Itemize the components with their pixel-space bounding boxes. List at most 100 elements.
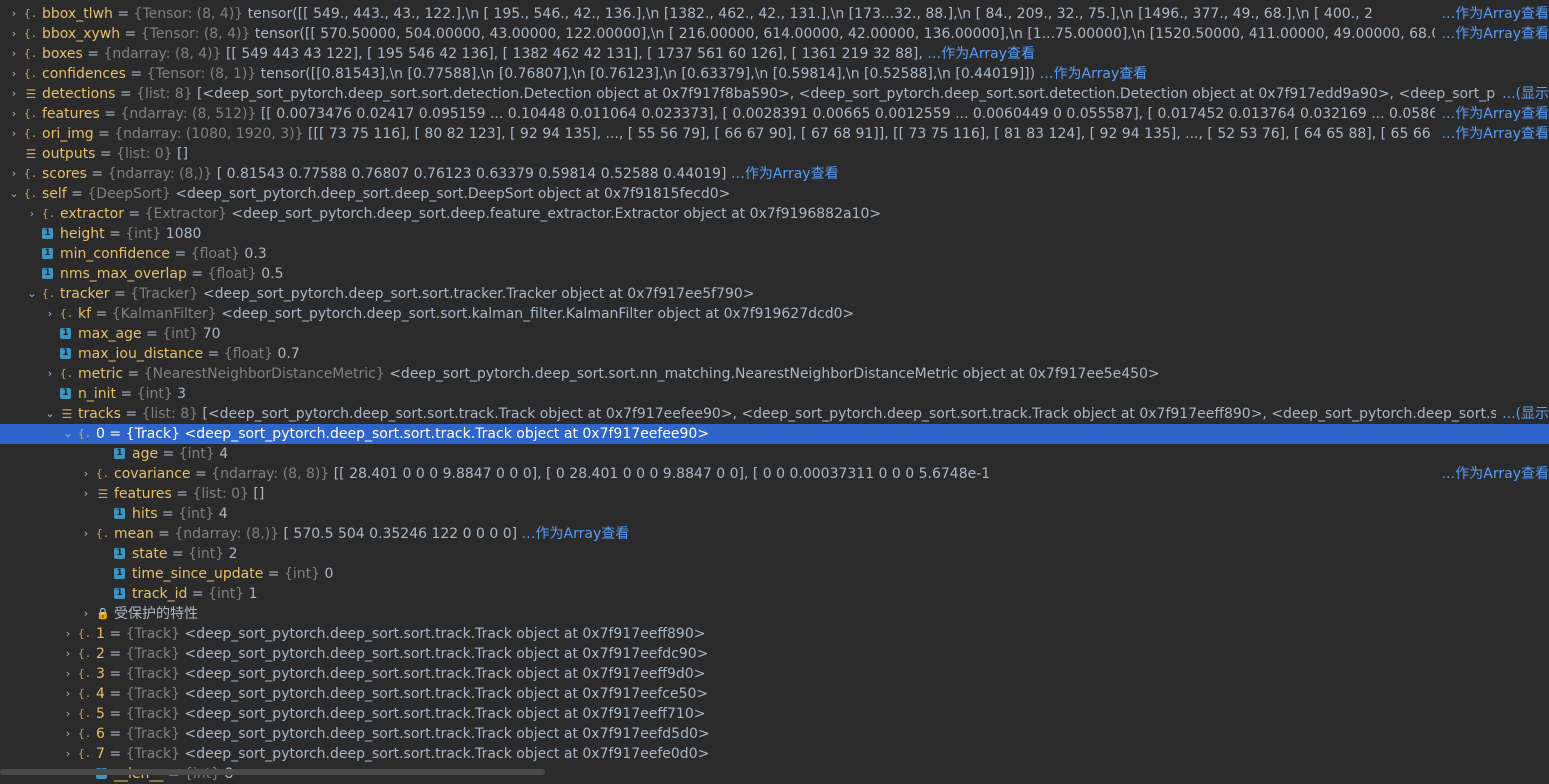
tree-row[interactable]: › ☰ features = {list: 0} [] [0, 484, 1549, 504]
tree-row[interactable]: › {..} ori_img = {ndarray: (1080, 1920, 3)… [0, 124, 1549, 144]
view-as-array-link[interactable]: …作为Array查看 [1435, 4, 1549, 24]
chevron-down-icon[interactable]: ⌄ [44, 404, 56, 424]
tree-row[interactable]: ⌄ {..} self = {DeepSort} <deep_sort_pytorc… [0, 184, 1549, 204]
chevron-right-icon[interactable]: › [8, 104, 20, 124]
tree-row[interactable]: › {..} boxes = {ndarray: (8, 4)} [[ 549 44… [0, 44, 1549, 64]
chevron-right-icon[interactable]: › [62, 704, 74, 724]
view-as-array-link[interactable]: …作为Array查看 [1435, 124, 1549, 144]
tree-row[interactable]: › {..} 1 = {Track} <deep_sort_pytorch.deep… [0, 624, 1549, 644]
equals-sign: = [171, 486, 193, 502]
tree-row[interactable]: › ☰ detections = {list: 8} [<deep_sort_pyt… [0, 84, 1549, 104]
tree-row[interactable]: › {..} 6 = {Track} <deep_sort_pytorch.deep… [0, 724, 1549, 744]
tree-row[interactable]: 1 max_iou_distance = {float} 0.7 [0, 344, 1549, 364]
tree-row[interactable]: › {..} 2 = {Track} <deep_sort_pytorch.deep… [0, 644, 1549, 664]
variable-type: {Track} [125, 706, 181, 722]
tree-row[interactable]: › {..} kf = {KalmanFilter} <deep_sort_pyto… [0, 304, 1549, 324]
tree-row[interactable]: ⌄ {..} tracker = {Tracker} <deep_sort_pyto… [0, 284, 1549, 304]
chevron-right-icon[interactable]: › [80, 484, 92, 504]
variable-value: 0.3 [239, 246, 267, 262]
chevron-right-icon[interactable]: › [8, 64, 20, 84]
horizontal-scrollbar-thumb[interactable] [0, 769, 545, 775]
tree-row[interactable]: ⌄ {..} 0 = {Track} <deep_sort_pytorch.deep… [0, 424, 1549, 444]
variable-value: 0 [320, 566, 334, 582]
tree-row[interactable]: › {..} scores = {ndarray: (8,)} [ 0.81543 … [0, 164, 1549, 184]
no-expander [8, 144, 20, 164]
tree-row[interactable]: › {..} bbox_tlwh = {Tensor: (8, 4)} tensor… [0, 4, 1549, 24]
tree-row[interactable]: › {..} metric = {NearestNeighborDistanceMe… [0, 364, 1549, 384]
chevron-right-icon[interactable]: › [80, 464, 92, 484]
tree-row[interactable]: › {..} mean = {ndarray: (8,)} [ 570.5 504 … [0, 524, 1549, 544]
view-as-array-link[interactable]: …作为Array查看 [1035, 66, 1148, 82]
view-as-array-link[interactable]: …作为Array查看 [726, 166, 839, 182]
variable-type: {Track} [125, 686, 181, 702]
chevron-down-icon[interactable]: ⌄ [8, 184, 20, 204]
tree-row[interactable]: › {..} 5 = {Track} <deep_sort_pytorch.deep… [0, 704, 1549, 724]
chevron-right-icon[interactable]: › [8, 164, 20, 184]
chevron-down-icon[interactable]: ⌄ [62, 424, 74, 444]
row-text: extractor = {Extractor} <deep_sort_pytor… [60, 204, 1549, 224]
view-as-array-link[interactable]: …作为Array查看 [517, 526, 630, 542]
tree-row[interactable]: 1 n_init = {int} 3 [0, 384, 1549, 404]
variable-value: <deep_sort_pytorch.deep_sort.sort.nn_mat… [384, 366, 1160, 382]
chevron-right-icon[interactable]: › [8, 124, 20, 144]
tree-row[interactable]: 1 time_since_update = {int} 0 [0, 564, 1549, 584]
variable-type: {int} [188, 546, 225, 562]
tree-row[interactable]: › {..} 4 = {Track} <deep_sort_pytorch.deep… [0, 684, 1549, 704]
tree-row[interactable]: ⌄ ☰ tracks = {list: 8} [<deep_sort_pytorch… [0, 404, 1549, 424]
tree-row[interactable]: 1 state = {int} 2 [0, 544, 1549, 564]
variable-value: <deep_sort_pytorch.deep_sort.sort.track.… [180, 666, 706, 682]
chevron-right-icon[interactable]: › [8, 24, 20, 44]
list-icon: ☰ [25, 87, 37, 101]
view-as-array-link[interactable]: …作为Array查看 [1435, 24, 1549, 44]
tree-row[interactable]: › {..} bbox_xywh = {Tensor: (8, 4)} tensor… [0, 24, 1549, 44]
variable-type: {float} [207, 266, 257, 282]
tree-row[interactable]: › {..} covariance = {ndarray: (8, 8)} [[ 2… [0, 464, 1549, 484]
chevron-right-icon[interactable]: › [8, 84, 20, 104]
variable-value: 4 [214, 446, 229, 462]
primitive-value-icon: 1 [114, 588, 125, 599]
tree-row[interactable]: › {..} features = {ndarray: (8, 512)} [[ 0… [0, 104, 1549, 124]
chevron-right-icon[interactable]: › [44, 304, 56, 324]
show-more-link[interactable]: ...(显示 [1496, 404, 1549, 424]
tree-row[interactable]: 1 hits = {int} 4 [0, 504, 1549, 524]
equals-sign: = [104, 666, 126, 682]
tree-row[interactable]: › {..} 7 = {Track} <deep_sort_pytorch.deep… [0, 744, 1549, 764]
chevron-right-icon[interactable]: › [80, 524, 92, 544]
object-icon: {..} [24, 107, 38, 120]
tree-row[interactable]: 1 age = {int} 4 [0, 444, 1549, 464]
tree-row[interactable]: ☰ outputs = {list: 0} [] [0, 144, 1549, 164]
chevron-right-icon[interactable]: › [80, 604, 92, 624]
tree-row[interactable]: 1 height = {int} 1080 [0, 224, 1549, 244]
tree-row[interactable]: › {..} confidences = {Tensor: (8, 1)} tens… [0, 64, 1549, 84]
chevron-right-icon[interactable]: › [62, 724, 74, 744]
chevron-right-icon[interactable]: › [8, 4, 20, 24]
tree-row[interactable]: 1 track_id = {int} 1 [0, 584, 1549, 604]
view-as-array-link[interactable]: …作为Array查看 [923, 46, 1035, 62]
variable-name: n_init [78, 386, 117, 402]
tree-row[interactable]: › {..} 3 = {Track} <deep_sort_pytorch.deep… [0, 664, 1549, 684]
equals-sign: = [263, 566, 284, 582]
tree-row[interactable]: › {..} extractor = {Extractor} <deep_sort_… [0, 204, 1549, 224]
tree-row[interactable]: 1 min_confidence = {float} 0.3 [0, 244, 1549, 264]
chevron-down-icon[interactable]: ⌄ [26, 284, 38, 304]
chevron-right-icon[interactable]: › [62, 624, 74, 644]
chevron-right-icon[interactable]: › [62, 684, 74, 704]
row-text: confidences = {Tensor: (8, 1)} tensor([[… [42, 64, 1549, 84]
equals-sign: = [82, 46, 104, 62]
chevron-right-icon[interactable]: › [8, 44, 20, 64]
variable-value: <deep_sort_pytorch.deep_sort.sort.track.… [180, 626, 706, 642]
tree-row[interactable]: 1 max_age = {int} 70 [0, 324, 1549, 344]
chevron-right-icon[interactable]: › [26, 204, 38, 224]
chevron-right-icon[interactable]: › [44, 364, 56, 384]
chevron-right-icon[interactable]: › [62, 664, 74, 684]
view-as-array-link[interactable]: …作为Array查看 [1435, 464, 1549, 484]
tree-row[interactable]: 1 nms_max_overlap = {float} 0.5 [0, 264, 1549, 284]
view-as-array-link[interactable]: …作为Array查看 [1435, 104, 1549, 124]
row-text: age = {int} 4 [132, 444, 1549, 464]
row-text: mean = {ndarray: (8,)} [ 570.5 504 0.352… [114, 524, 1549, 544]
row-text: 4 = {Track} <deep_sort_pytorch.deep_sort… [96, 684, 1549, 704]
show-more-link[interactable]: ...(显示 [1496, 84, 1549, 104]
chevron-right-icon[interactable]: › [62, 744, 74, 764]
chevron-right-icon[interactable]: › [62, 644, 74, 664]
tree-row[interactable]: › 🔒 受保护的特性 [0, 604, 1549, 624]
